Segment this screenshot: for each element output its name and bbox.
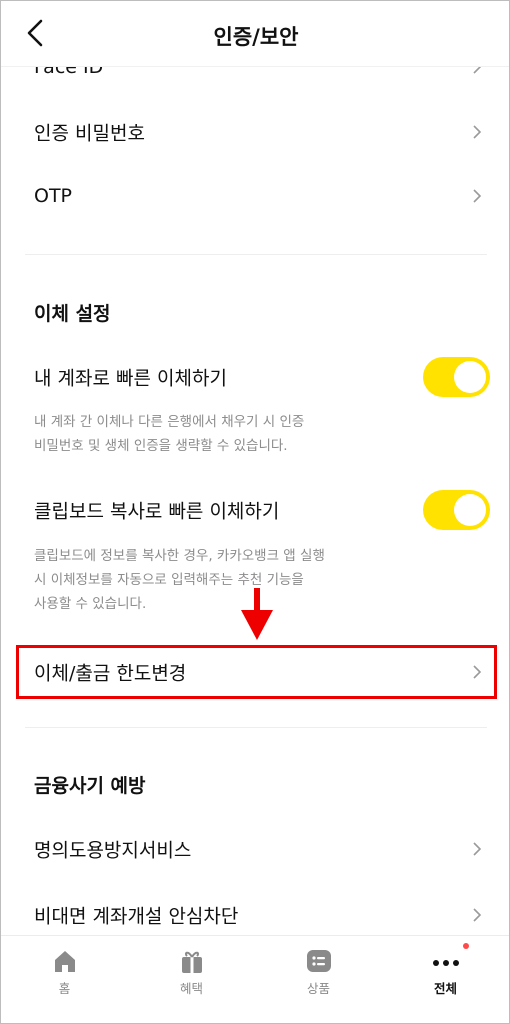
description-line: 사용할 수 있습니다. <box>34 596 147 612</box>
chevron-right-icon <box>473 842 482 856</box>
fast-own-account-toggle[interactable] <box>423 357 490 397</box>
section-divider <box>25 254 487 255</box>
tab-products[interactable]: 상품 <box>255 936 382 1023</box>
description-line: 내 계좌 간 이체나 다른 은행에서 채우기 시 인증 <box>34 414 305 430</box>
setting-label: 클립보드 복사로 빠른 이체하기 <box>34 500 280 523</box>
menu-item-label: 인증 비밀번호 <box>34 122 145 145</box>
menu-item-otp[interactable]: OTP <box>1 164 509 228</box>
chevron-right-icon <box>473 665 482 679</box>
tab-label: 혜택 <box>179 981 203 996</box>
more-dots-icon <box>432 960 459 966</box>
menu-item-auth-password[interactable]: 인증 비밀번호 <box>1 100 509 164</box>
settings-list[interactable]: Face ID 인증 비밀번호 OTP 이체 설정 내 계좌로 빠른 이체하기 … <box>1 67 509 935</box>
clipboard-transfer-toggle[interactable] <box>423 490 490 530</box>
chevron-right-icon <box>473 67 482 74</box>
app-frame: 인증/보안 Face ID 인증 비밀번호 OTP 이체 설정 내 계좌로 빠른… <box>0 0 510 1024</box>
setting-description: 클립보드에 정보를 복사한 경우, 카카오뱅크 앱 실행 시 이체정보를 자동으… <box>34 544 374 616</box>
setting-clipboard-transfer: 클립보드 복사로 빠른 이체하기 <box>1 480 509 540</box>
toggle-knob <box>454 361 486 393</box>
tab-benefits[interactable]: 혜택 <box>128 936 255 1023</box>
home-icon <box>54 951 75 972</box>
gift-icon <box>181 951 202 973</box>
description-line: 클립보드에 정보를 복사한 경우, 카카오뱅크 앱 실행 <box>34 548 325 564</box>
annotation-arrow-icon <box>241 588 273 640</box>
tab-all[interactable]: 전체 <box>382 936 509 1023</box>
menu-item-label: 이체/출금 한도변경 <box>34 662 187 685</box>
toggle-knob <box>454 494 486 526</box>
menu-item-face-id[interactable]: Face ID <box>1 67 509 99</box>
chevron-right-icon <box>473 125 482 139</box>
menu-item-label: 비대면 계좌개설 안심차단 <box>34 905 239 928</box>
setting-label: 내 계좌로 빠른 이체하기 <box>34 367 227 390</box>
description-line: 시 이체정보를 자동으로 입력해주는 추천 기능을 <box>34 572 304 588</box>
setting-fast-own-account: 내 계좌로 빠른 이체하기 <box>1 347 509 407</box>
menu-item-remote-account-block[interactable]: 비대면 계좌개설 안심차단 <box>1 883 509 935</box>
page-title: 인증/보안 <box>213 25 299 49</box>
chevron-right-icon <box>473 189 482 203</box>
section-title-transfer: 이체 설정 <box>34 303 111 325</box>
menu-item-transfer-limit[interactable]: 이체/출금 한도변경 <box>1 640 509 704</box>
notification-dot <box>463 943 469 949</box>
tab-label: 상품 <box>306 981 330 996</box>
menu-item-label: OTP <box>34 185 73 207</box>
tab-label: 홈 <box>58 981 71 996</box>
section-divider <box>25 727 487 728</box>
setting-description: 내 계좌 간 이체나 다른 은행에서 채우기 시 인증 비밀번호 및 생체 인증… <box>34 410 374 458</box>
menu-item-label: Face ID <box>34 67 104 78</box>
menu-item-identity-theft-prevention[interactable]: 명의도용방지서비스 <box>1 817 509 881</box>
section-title-fraud: 금융사기 예방 <box>34 775 146 797</box>
tab-label: 전체 <box>433 981 457 996</box>
tab-home[interactable]: 홈 <box>1 936 128 1023</box>
menu-item-label: 명의도용방지서비스 <box>34 839 192 862</box>
top-bar: 인증/보안 <box>1 1 509 67</box>
list-icon <box>306 950 331 972</box>
description-line: 비밀번호 및 생체 인증을 생략할 수 있습니다. <box>34 438 288 454</box>
chevron-right-icon <box>473 908 482 922</box>
bottom-tab-bar: 홈 혜택 상품 전체 <box>1 935 509 1023</box>
